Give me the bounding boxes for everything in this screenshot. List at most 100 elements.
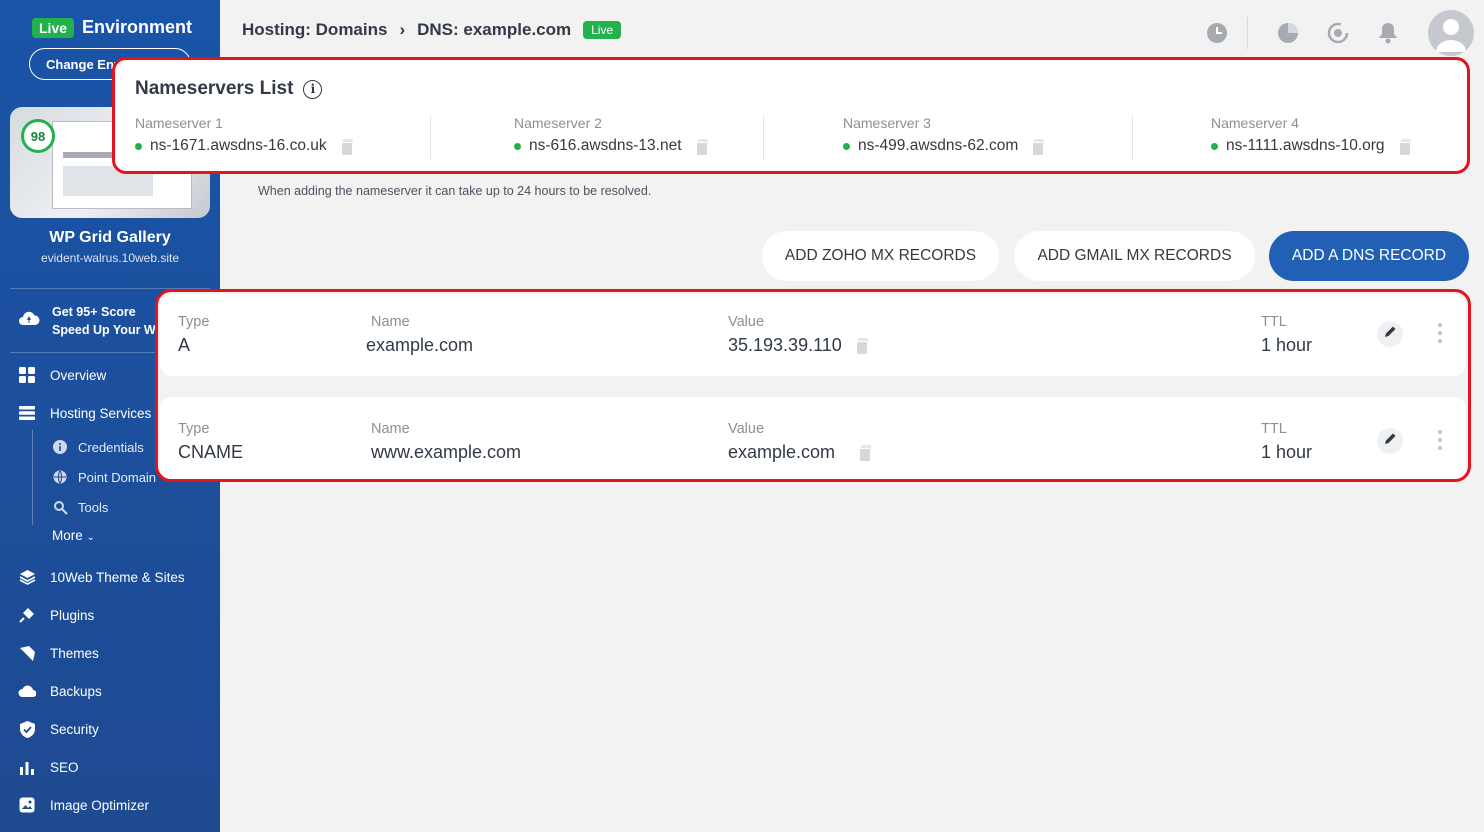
rocket-cloud-icon xyxy=(18,309,40,334)
avatar[interactable] xyxy=(1428,10,1474,56)
table-row: Type CNAME Name www.example.com Value ex… xyxy=(160,397,1466,479)
copy-icon[interactable] xyxy=(859,445,872,462)
more-label: More xyxy=(52,528,83,543)
value-label: Value xyxy=(728,421,765,437)
sidebar-subitem-label: Credentials xyxy=(78,439,144,455)
speed-icon[interactable] xyxy=(1318,13,1358,53)
environment-title: Environment xyxy=(82,17,193,37)
divider xyxy=(1132,115,1133,161)
more-toggle[interactable]: More ⌄ xyxy=(52,528,95,543)
dns-records-list: Type A Name example.com Value 35.193.39.… xyxy=(155,289,1471,482)
edit-button[interactable] xyxy=(1377,428,1403,454)
value-cell: Value example.com xyxy=(728,421,872,463)
pencil-icon xyxy=(1384,432,1397,450)
nameserver-label: Nameserver 4 xyxy=(1211,115,1299,131)
sidebar-item-label: Overview xyxy=(50,367,107,383)
status-dot-icon xyxy=(135,142,142,150)
table-row: Type A Name example.com Value 35.193.39.… xyxy=(160,294,1466,376)
sidebar-item-seo[interactable]: SEO xyxy=(18,758,79,776)
copy-icon[interactable] xyxy=(855,338,868,355)
clock-icon[interactable] xyxy=(1197,13,1237,53)
sidebar-item-label: Security xyxy=(50,721,99,737)
breadcrumb-hosting-domains[interactable]: Hosting: Domains xyxy=(242,20,387,40)
bell-icon[interactable] xyxy=(1368,13,1408,53)
nameserver-item: Nameserver 4 ns-1111.awsdns-10.org xyxy=(1211,115,1411,156)
plugin-icon xyxy=(18,606,36,624)
pie-chart-icon[interactable] xyxy=(1268,13,1308,53)
add-dns-record-button[interactable]: ADD A DNS RECORD xyxy=(1269,231,1469,281)
divider xyxy=(763,115,764,161)
sidebar-item-label: SEO xyxy=(50,759,79,775)
info-icon[interactable]: i xyxy=(303,79,323,99)
sidebar-subitem-point-domain[interactable]: Point Domain xyxy=(52,469,156,485)
sidebar-item-label: Plugins xyxy=(50,607,95,623)
sidebar-item-backups[interactable]: Backups xyxy=(18,682,102,700)
more-options-icon[interactable] xyxy=(1438,323,1442,343)
edit-button[interactable] xyxy=(1377,321,1403,347)
more-options-icon[interactable] xyxy=(1438,430,1442,450)
sidebar-item-plugins[interactable]: Plugins xyxy=(18,606,94,624)
name-label: Name xyxy=(371,421,410,437)
copy-icon[interactable] xyxy=(1032,138,1045,156)
nameserver-value: ns-499.awsdns-62.com xyxy=(858,137,1019,154)
header-actions xyxy=(1187,10,1484,56)
nameservers-card: Nameservers List i Nameserver 1 ns-1671.… xyxy=(112,57,1470,174)
name-cell: Name example.com xyxy=(366,314,473,356)
type-value: A xyxy=(178,335,191,355)
status-dot-icon xyxy=(1211,142,1218,150)
type-cell: Type A xyxy=(178,314,209,356)
pagespeed-score: 98 xyxy=(21,119,55,153)
divider xyxy=(1247,17,1248,49)
sidebar-item-themes[interactable]: Themes xyxy=(18,644,99,662)
pencil-icon xyxy=(1384,325,1397,343)
nameserver-value: ns-1111.awsdns-10.org xyxy=(1226,137,1385,154)
nameserver-label: Nameserver 2 xyxy=(514,115,602,131)
nameserver-value: ns-1671.awsdns-16.co.uk xyxy=(150,137,327,154)
add-zoho-mx-button[interactable]: ADD ZOHO MX RECORDS xyxy=(762,231,999,281)
copy-icon[interactable] xyxy=(695,138,708,156)
overview-icon xyxy=(18,366,36,384)
sidebar-subitem-label: Point Domain xyxy=(78,469,157,485)
breadcrumb: Hosting: Domains › DNS: example.com Live xyxy=(242,20,622,40)
type-label: Type xyxy=(178,421,210,437)
value-text: example.com xyxy=(728,442,836,462)
sidebar-item-image-optimizer[interactable]: Image Optimizer xyxy=(18,796,149,814)
value-cell: Value 35.193.39.110 xyxy=(728,314,868,356)
nameservers-title-text: Nameservers List xyxy=(135,78,294,99)
type-value: CNAME xyxy=(178,442,244,462)
nameservers-title: Nameservers List i xyxy=(135,78,323,100)
hosting-icon xyxy=(18,404,36,422)
site-url[interactable]: evident-walrus.10web.site xyxy=(0,251,220,265)
bar-chart-icon xyxy=(18,758,36,776)
sidebar-item-label: Themes xyxy=(50,645,99,661)
breadcrumb-dns: DNS: example.com xyxy=(417,20,572,39)
live-badge: Live xyxy=(32,17,75,38)
globe-icon xyxy=(52,469,68,485)
divider xyxy=(430,115,431,161)
submenu-line xyxy=(32,430,33,525)
sidebar-item-hosting-services[interactable]: Hosting Services xyxy=(18,404,151,422)
type-cell: Type CNAME xyxy=(178,421,243,463)
sidebar-subitem-credentials[interactable]: Credentials xyxy=(52,439,144,455)
sidebar-subitem-tools[interactable]: Tools xyxy=(52,499,108,515)
add-gmail-mx-button[interactable]: ADD GMAIL MX RECORDS xyxy=(1014,231,1255,281)
chevron-down-icon: ⌄ xyxy=(86,532,95,543)
sidebar-item-label: Hosting Services xyxy=(50,405,152,421)
name-value: www.example.com xyxy=(371,442,522,462)
sidebar-item-label: Backups xyxy=(50,683,102,699)
chevron-right-icon: › xyxy=(399,20,406,39)
sidebar-item-security[interactable]: Security xyxy=(18,720,99,738)
ttl-cell: TTL 1 hour xyxy=(1261,314,1312,356)
nameserver-item: Nameserver 2 ns-616.awsdns-13.net xyxy=(514,115,708,156)
copy-icon[interactable] xyxy=(1398,138,1411,156)
copy-icon[interactable] xyxy=(340,138,353,156)
brush-icon xyxy=(18,644,36,662)
sidebar-item-10web-theme[interactable]: 10Web Theme & Sites xyxy=(18,568,185,586)
tools-icon xyxy=(52,499,68,515)
ttl-value: 1 hour xyxy=(1261,442,1313,462)
sidebar-item-overview[interactable]: Overview xyxy=(18,366,106,384)
image-icon xyxy=(18,796,36,814)
environment-header: Live Environment xyxy=(32,17,192,38)
value-label: Value xyxy=(728,314,765,330)
shield-icon xyxy=(18,720,36,738)
